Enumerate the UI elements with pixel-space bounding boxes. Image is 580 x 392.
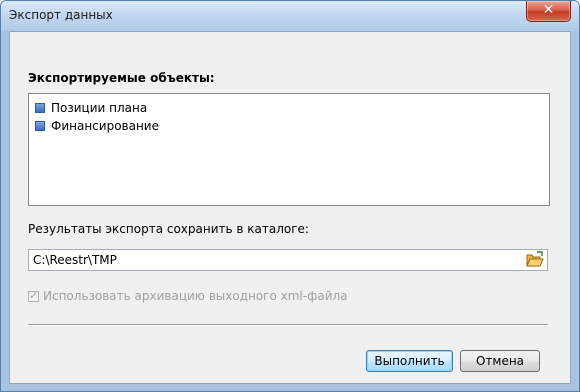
export-objects-label: Экспортируемые объекты: xyxy=(28,71,215,85)
list-item-label: Финансирование xyxy=(51,119,159,133)
archive-checkbox-label: Использовать архивацию выходного xml-фай… xyxy=(43,289,348,303)
divider xyxy=(28,324,548,326)
list-item-label: Позиции плана xyxy=(51,101,148,115)
output-folder-input[interactable]: C:\Reestr\TMP xyxy=(28,249,548,271)
list-item[interactable]: Позиции плана xyxy=(35,100,147,116)
archive-option[interactable]: ✓ Использовать архивацию выходного xml-ф… xyxy=(28,289,348,303)
open-folder-icon xyxy=(526,251,544,267)
window-title: Экспорт данных xyxy=(9,8,113,22)
output-folder-label: Результаты экспорта сохранить в каталоге… xyxy=(28,222,309,236)
browse-folder-button[interactable] xyxy=(525,251,545,269)
list-item[interactable]: Финансирование xyxy=(35,118,159,134)
archive-checkbox[interactable]: ✓ xyxy=(28,288,39,302)
title-bar[interactable]: Экспорт данных ✕ xyxy=(1,1,579,31)
output-folder-value: C:\Reestr\TMP xyxy=(33,253,117,267)
export-dialog-window: Экспорт данных ✕ Экспортируемые объекты:… xyxy=(0,0,580,392)
execute-button[interactable]: Выполнить xyxy=(366,350,453,372)
blue-square-icon xyxy=(35,103,45,113)
check-mark-icon: ✓ xyxy=(29,288,39,302)
close-button[interactable]: ✕ xyxy=(526,1,571,22)
cancel-button[interactable]: Отмена xyxy=(460,350,540,372)
dialog-client-area: Экспортируемые объекты: Позиции плана Фи… xyxy=(9,31,571,384)
close-icon: ✕ xyxy=(542,2,555,18)
blue-square-icon xyxy=(35,121,45,131)
export-objects-list[interactable]: Позиции плана Финансирование xyxy=(28,93,550,206)
